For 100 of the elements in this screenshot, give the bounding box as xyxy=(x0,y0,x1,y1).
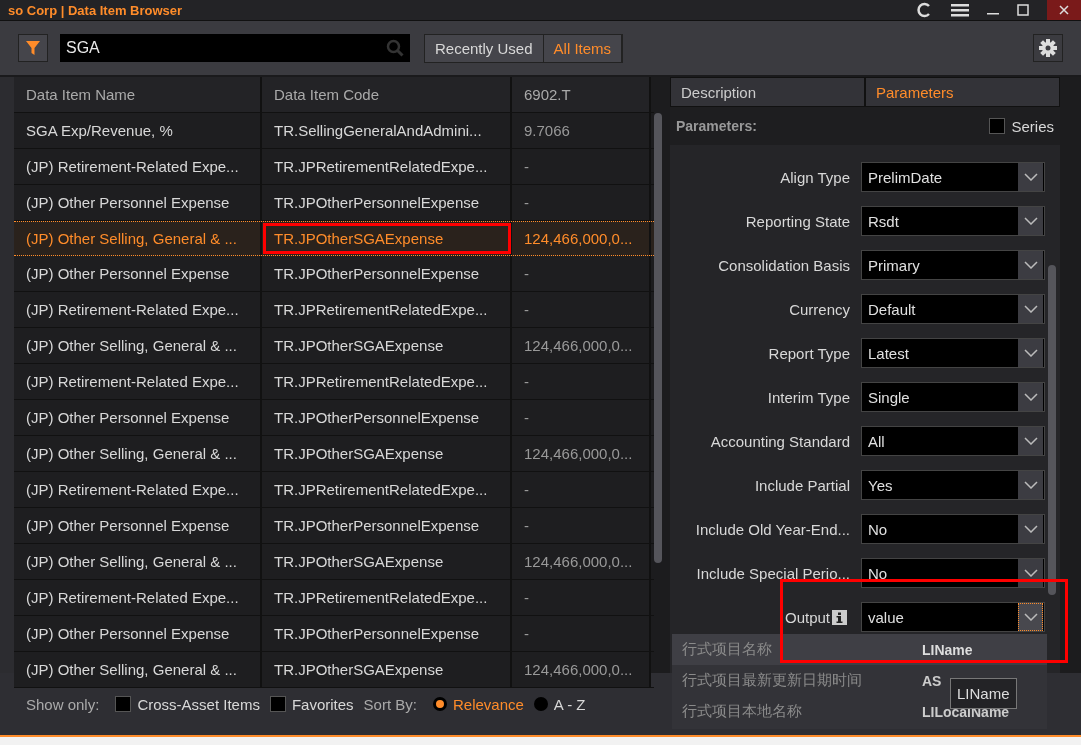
table-row[interactable]: (JP) Other Selling, General & ... TR.JPOtherSGAExpense 124,466,000,0... xyxy=(14,544,654,580)
dropdown-arrow-button[interactable] xyxy=(1018,471,1043,499)
parameter-label: Include Partial xyxy=(753,476,850,494)
search-icon[interactable] xyxy=(386,39,404,57)
parameter-dropdown[interactable]: Rsdt xyxy=(861,206,1045,236)
radio-label: A - Z xyxy=(553,695,586,713)
gear-icon xyxy=(1039,39,1057,57)
parameter-label: Include Old Year-End... xyxy=(694,520,850,538)
parameter-dropdown[interactable]: Default xyxy=(861,294,1045,324)
series-label: Series xyxy=(1011,117,1054,135)
detail-tab[interactable]: Parameters xyxy=(865,77,1060,107)
dropdown-arrow-button[interactable] xyxy=(1018,163,1043,191)
chevron-icon xyxy=(1023,525,1038,533)
dropdown-arrow-button[interactable] xyxy=(1018,383,1043,411)
parameter-dropdown[interactable]: No xyxy=(861,514,1045,544)
detail-tab[interactable]: Description xyxy=(670,77,865,107)
table-row[interactable]: (JP) Retirement-Related Expe... TR.JPRetirementRelatedExpe... - xyxy=(14,472,654,508)
column-header[interactable]: 6902.T xyxy=(512,77,651,112)
chevron-icon xyxy=(1023,173,1038,181)
table-row[interactable]: (JP) Other Selling, General & ... TR.JPOtherSGAExpense 124,466,000,0... xyxy=(14,436,654,472)
sort-radio[interactable] xyxy=(432,697,447,711)
parameter-label: Include Special Perio... xyxy=(695,564,850,582)
dropdown-arrow-button[interactable] xyxy=(1018,207,1043,235)
chevron-icon xyxy=(1023,569,1038,577)
dropdown-option[interactable]: 行式项目名称 LIName xyxy=(672,634,1047,665)
scrollbar-thumb[interactable] xyxy=(654,113,662,563)
chevron-icon xyxy=(1023,261,1038,269)
parameter-dropdown[interactable]: All xyxy=(861,426,1045,456)
sort-radio[interactable] xyxy=(533,697,548,711)
table-row[interactable]: (JP) Other Personnel Expense TR.JPOtherPersonnelExpense - xyxy=(14,400,654,436)
close-button[interactable] xyxy=(1047,0,1081,20)
parameter-label: Currency xyxy=(788,300,850,318)
info-icon[interactable] xyxy=(832,609,847,625)
table-row[interactable]: SGA Exp/Revenue, % TR.SellingGeneralAndAdmini... 9.7066 xyxy=(14,113,654,149)
table-row[interactable]: (JP) Retirement-Related Expe... TR.JPRetirementRelatedExpe... - xyxy=(14,292,654,328)
parameters-heading: Parameters: xyxy=(676,118,757,134)
view-tab[interactable]: All Items xyxy=(543,34,623,62)
filter-icon xyxy=(26,40,40,56)
parameter-label: Interim Type xyxy=(766,388,850,406)
dropdown-arrow-button[interactable] xyxy=(1018,339,1043,367)
table-cell: TR.JPOtherSGAExpense xyxy=(262,222,512,255)
filter-checkbox[interactable] xyxy=(115,696,132,712)
table-row[interactable]: (JP) Other Selling, General & ... TR.JPOtherSGAExpense 124,466,000,0... xyxy=(14,328,654,364)
table-row[interactable]: (JP) Other Personnel Expense TR.JPOtherPersonnelExpense - xyxy=(14,508,654,544)
table-row[interactable]: (JP) Other Selling, General & ... TR.JPOtherSGAExpense 124,466,000,0... xyxy=(14,652,654,688)
dropdown-arrow-button[interactable] xyxy=(1018,603,1043,631)
scrollbar-thumb[interactable] xyxy=(1048,265,1056,595)
parameter-dropdown[interactable]: Latest xyxy=(861,338,1045,368)
parameter-label: Reporting State xyxy=(744,212,850,230)
table-row[interactable]: (JP) Retirement-Related Expe... TR.JPRetirementRelatedExpe... - xyxy=(14,580,654,616)
parameter-dropdown[interactable]: Primary xyxy=(861,250,1045,280)
chevron-icon xyxy=(1023,393,1038,401)
close-icon xyxy=(1059,5,1069,15)
chevron-icon xyxy=(1023,217,1038,225)
dropdown-option[interactable]: 行式项目最新更新日期时间 AS xyxy=(672,665,952,696)
parameter-dropdown[interactable]: value xyxy=(861,602,1045,632)
filter-button[interactable] xyxy=(18,34,48,62)
dropdown-arrow-button[interactable] xyxy=(1018,295,1043,323)
menu-icon[interactable] xyxy=(951,3,969,17)
window-title: so Corp | Data Item Browser xyxy=(7,2,183,18)
column-header[interactable]: Data Item Name xyxy=(14,77,262,112)
radio-label: Relevance xyxy=(452,695,524,713)
sort-label: Sort By: xyxy=(363,695,417,713)
chevron-icon xyxy=(1023,481,1038,489)
dropdown-arrow-button[interactable] xyxy=(1018,251,1043,279)
search-field[interactable]: SGA xyxy=(60,34,410,62)
chevron-icon xyxy=(1023,613,1038,621)
checkbox-label: Cross-Asset Items xyxy=(137,695,260,713)
table-row[interactable]: (JP) Other Selling, General & ... TR.JPOtherSGAExpense 124,466,000,0... xyxy=(14,221,654,256)
dropdown-arrow-button[interactable] xyxy=(1018,427,1043,455)
settings-button[interactable] xyxy=(1033,34,1063,62)
table-cell: TR.JPOtherSGAExpense xyxy=(262,652,512,687)
show-only-label: Show only: xyxy=(26,695,100,713)
parameter-label: Align Type xyxy=(779,168,850,186)
parameter-label: Consolidation Basis xyxy=(717,256,850,274)
checkbox-label: Favorites xyxy=(291,695,354,713)
table-row[interactable]: (JP) Other Personnel Expense TR.JPOtherPersonnelExpense - xyxy=(14,185,654,221)
parameter-dropdown[interactable]: No xyxy=(861,558,1045,588)
parameter-dropdown[interactable]: PrelimDate xyxy=(861,162,1045,192)
parameter-dropdown[interactable]: Single xyxy=(861,382,1045,412)
parameter-label: Output xyxy=(783,608,830,626)
table-cell: (JP) Other Selling, General & ... xyxy=(14,652,262,687)
column-header[interactable]: Data Item Code xyxy=(262,77,512,112)
table-row[interactable]: (JP) Retirement-Related Expe... TR.JPRetirementRelatedExpe... - xyxy=(14,364,654,400)
chevron-icon xyxy=(1023,305,1038,313)
view-tab[interactable]: Recently Used xyxy=(425,34,544,62)
table-row[interactable]: (JP) Retirement-Related Expe... TR.JPRetirementRelatedExpe... - xyxy=(14,149,654,185)
filter-checkbox[interactable] xyxy=(269,696,286,712)
refresh-icon[interactable] xyxy=(915,1,933,19)
dropdown-arrow-button[interactable] xyxy=(1018,515,1043,543)
parameter-label: Accounting Standard xyxy=(709,432,850,450)
maximize-icon[interactable] xyxy=(1017,4,1029,16)
series-checkbox[interactable] xyxy=(989,118,1006,134)
parameter-dropdown[interactable]: Yes xyxy=(861,470,1045,500)
parameter-label: Report Type xyxy=(767,344,850,362)
chevron-icon xyxy=(1023,437,1038,445)
chevron-icon xyxy=(1023,349,1038,357)
table-cell: 124,466,000,0... xyxy=(512,652,651,687)
table-row[interactable]: (JP) Other Personnel Expense TR.JPOtherPersonnelExpense - xyxy=(14,616,654,652)
table-row[interactable]: (JP) Other Personnel Expense TR.JPOtherPersonnelExpense - xyxy=(14,256,654,292)
